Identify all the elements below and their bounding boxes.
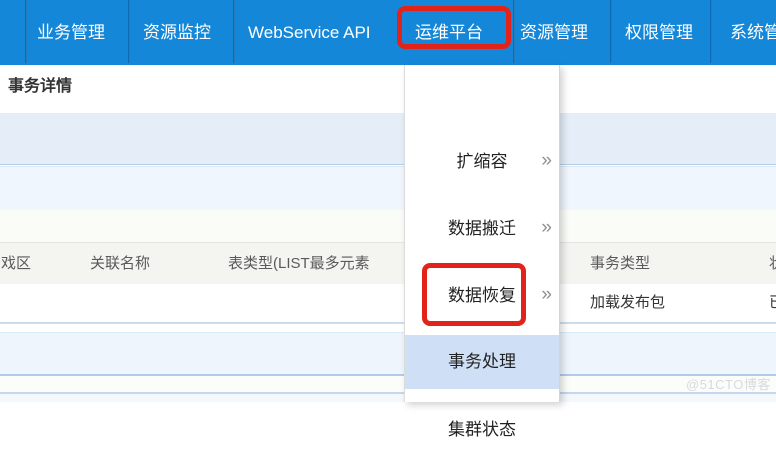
cell-transaction-type: 加载发布包 [590, 284, 665, 322]
nav-divider [513, 0, 515, 63]
table-row: 0 加载发布包 已 [0, 284, 776, 324]
panel-band-lower [0, 166, 776, 211]
nav-item-resource-management[interactable]: 资源管理 [520, 0, 588, 65]
table-row-band-2 [0, 376, 776, 394]
column-header-table-type: 表类型(LIST最多元素 [228, 243, 370, 285]
menu-item-data-recovery[interactable]: 数据恢复 » [405, 269, 559, 323]
top-navbar: 业务管理 资源监控 WebService API 运维平台 资源管理 权限管理 … [0, 0, 776, 65]
breadcrumb: 事务详情 [8, 65, 72, 113]
menu-item-label: 扩缩容 [457, 152, 508, 171]
ops-platform-dropdown-menu: 扩缩容 » 数据搬迁 » 数据恢复 » 事务处理 集群状态 [404, 65, 560, 402]
submenu-chevron-icon: » [541, 135, 552, 189]
breadcrumb-bar: ▸ 事务详情 [0, 65, 776, 113]
column-header-relation-name: 关联名称 [90, 243, 150, 285]
nav-item-permission-management[interactable]: 权限管理 [625, 0, 693, 65]
nav-item-webservice-api[interactable]: WebService API [248, 0, 371, 65]
menu-item-transaction-processing[interactable]: 事务处理 [405, 335, 559, 389]
table-row-band-3 [0, 394, 776, 402]
nav-divider [25, 0, 27, 63]
panel-band-pale [0, 210, 776, 242]
column-header-transaction-type: 事务类型 [590, 243, 650, 285]
nav-divider [233, 0, 235, 63]
cell-status-fragment: 已 [769, 284, 776, 322]
menu-item-data-migration[interactable]: 数据搬迁 » [405, 202, 559, 256]
nav-item-system-management[interactable]: 系统管理 [730, 0, 776, 65]
submenu-chevron-icon: » [541, 202, 552, 256]
nav-divider [610, 0, 612, 63]
nav-item-ops-platform[interactable]: 运维平台 [415, 0, 483, 65]
table-header-row: 戏区 关联名称 表类型(LIST最多元素 事务类型 状 [0, 242, 776, 285]
menu-item-label: 事务处理 [448, 352, 516, 371]
nav-divider [710, 0, 712, 63]
menu-item-label: 数据恢复 [448, 286, 516, 305]
menu-item-label: 集群状态 [448, 420, 516, 439]
menu-item-scaling[interactable]: 扩缩容 » [405, 135, 559, 189]
panel-band-upper [0, 112, 776, 165]
column-header-game-zone: 戏区 [1, 243, 31, 285]
nav-item-business-management[interactable]: 业务管理 [37, 0, 105, 65]
menu-item-label: 数据搬迁 [448, 219, 516, 238]
column-header-status: 状 [769, 243, 776, 285]
submenu-chevron-icon: » [541, 269, 552, 323]
nav-item-resource-monitor[interactable]: 资源监控 [143, 0, 211, 65]
menu-item-cluster-status[interactable]: 集群状态 [405, 403, 559, 457]
nav-divider [128, 0, 130, 63]
table-row-band-1 [0, 332, 776, 376]
watermark: @51CTO博客 [686, 374, 771, 393]
